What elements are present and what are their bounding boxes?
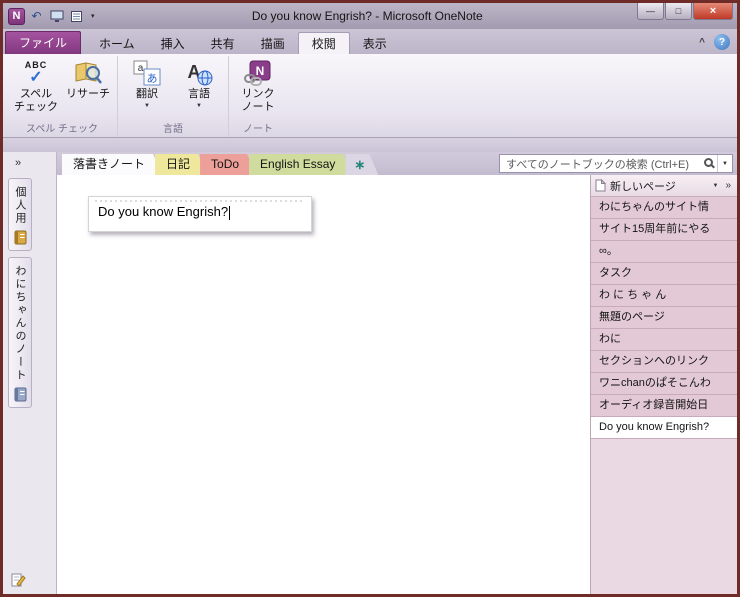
section-tab-todo[interactable]: ToDo <box>200 154 256 175</box>
notebook-label: 個人用 <box>14 186 26 225</box>
linked-notes-label: リンク <box>241 88 275 100</box>
search-icon[interactable] <box>704 158 714 167</box>
page-tabs-panel: 新しいページ ▼ » わにちゃんのサイト情 サイト15周年前にやる ∞。 タスク… <box>590 175 737 594</box>
tab-view[interactable]: 表示 <box>350 34 400 54</box>
research-label: リサーチ <box>66 88 110 100</box>
notebook-icon <box>13 230 28 245</box>
tab-file[interactable]: ファイル <box>5 31 82 54</box>
spell-check-label: スペル <box>19 88 53 100</box>
quick-access-toolbar: N ↶ ▾ <box>3 7 98 25</box>
section-tab-rakugaki[interactable]: 落書きノート <box>62 154 162 175</box>
onenote-window: N ↶ ▾ Do you know Engrish? - Microsoft O… <box>0 0 740 597</box>
page-canvas[interactable]: Do you know Engrish? <box>57 175 590 594</box>
close-button[interactable]: × <box>693 3 733 20</box>
new-page-dropdown-icon[interactable]: ▼ <box>708 183 722 189</box>
language-button[interactable]: A 言語 ▼ <box>173 56 225 109</box>
note-container[interactable]: Do you know Engrish? <box>88 196 312 232</box>
search-input[interactable]: すべてのノートブックの検索 (Ctrl+E) ▼ <box>499 154 733 173</box>
page-tab[interactable]: わに <box>591 329 737 351</box>
search-placeholder: すべてのノートブックの検索 (Ctrl+E) <box>506 158 690 171</box>
undo-icon[interactable]: ↶ <box>28 8 45 25</box>
spell-check-button[interactable]: ABC ✓ スペル チェック <box>10 56 62 114</box>
spell-check-icon: ABC ✓ <box>24 60 48 86</box>
qat-dropdown-icon[interactable]: ▾ <box>88 12 98 20</box>
svg-text:あ: あ <box>147 72 158 85</box>
collapse-page-tabs-icon[interactable]: » <box>722 180 734 191</box>
ribbon-group-language: a あ 翻訳 ▼ A 言語 ▼ 言語 <box>117 56 228 137</box>
titlebar: N ↶ ▾ Do you know Engrish? - Microsoft O… <box>3 3 737 29</box>
text-caret <box>229 205 231 220</box>
ribbon-tab-bar: ファイル ホーム 挿入 共有 描画 校閲 表示 ^ ? <box>3 29 737 54</box>
new-section-icon[interactable]: ∗ <box>345 154 378 175</box>
onenote-app-icon[interactable]: N <box>8 7 25 25</box>
page-tab[interactable]: タスク <box>591 263 737 285</box>
section-tab-diary[interactable]: 日記 <box>155 154 207 175</box>
search-scope-dropdown-icon[interactable]: ▼ <box>717 155 732 172</box>
page-tab[interactable]: セクションへのリンク <box>591 351 737 373</box>
translate-icon: a あ <box>132 58 162 88</box>
page-tab[interactable]: ∞。 <box>591 241 737 263</box>
notebook-icon <box>13 387 28 402</box>
notebook-tab-wanichan[interactable]: わにちゃんのノート <box>8 257 32 408</box>
translate-dropdown-icon[interactable]: ▼ <box>144 103 150 109</box>
window-title: Do you know Engrish? - Microsoft OneNote <box>251 9 483 23</box>
ribbon-gap <box>3 138 737 152</box>
expand-navbar-icon[interactable]: » <box>8 154 28 172</box>
minimize-ribbon-icon[interactable]: ^ <box>692 37 712 48</box>
tab-share[interactable]: 共有 <box>198 34 248 54</box>
group-label-language: 言語 <box>163 124 183 135</box>
page-tabs-header: 新しいページ ▼ » <box>591 175 737 197</box>
window-controls: — □ × <box>637 3 737 20</box>
dock-to-desktop-icon[interactable] <box>48 8 65 25</box>
page-tab[interactable]: 無題のページ <box>591 307 737 329</box>
translate-button[interactable]: a あ 翻訳 ▼ <box>121 56 173 109</box>
tab-home[interactable]: ホーム <box>86 34 148 54</box>
new-page-icon[interactable] <box>595 178 607 192</box>
linked-notes-button[interactable]: N リンク ノート <box>232 56 284 114</box>
tab-review[interactable]: 校閲 <box>297 32 350 54</box>
translate-label: 翻訳 <box>136 88 158 100</box>
research-button[interactable]: リサーチ <box>62 56 114 101</box>
page-tab[interactable]: サイト15周年前にやる <box>591 219 737 241</box>
minimize-button[interactable]: — <box>637 3 664 20</box>
ribbon-review-panel: ABC ✓ スペル チェック リサーチ スペル チェック a あ 翻訳 ▼ A … <box>3 54 737 138</box>
ribbon-group-spelling: ABC ✓ スペル チェック リサーチ スペル チェック <box>7 56 117 137</box>
page-tabs-empty-area <box>591 439 737 594</box>
language-dropdown-icon[interactable]: ▼ <box>196 103 202 109</box>
svg-text:N: N <box>256 64 265 78</box>
spell-check-label2: チェック <box>14 101 58 113</box>
tab-insert[interactable]: 挿入 <box>148 34 198 54</box>
full-page-view-icon[interactable] <box>68 8 85 25</box>
group-label-notes: ノート <box>243 124 273 135</box>
notebook-label: わにちゃんのノート <box>14 265 26 382</box>
page-tab[interactable]: わにちゃんのサイト情 <box>591 197 737 219</box>
research-icon <box>73 58 103 88</box>
group-label-spelling: スペル チェック <box>25 124 99 135</box>
ribbon-group-notes: N リンク ノート ノート <box>228 56 287 137</box>
page-tab[interactable]: オーディオ録音開始日 <box>591 395 737 417</box>
note-text[interactable]: Do you know Engrish? <box>98 204 228 219</box>
page-tab[interactable]: ワニchanのぱそこんわ <box>591 373 737 395</box>
help-icon[interactable]: ? <box>714 34 730 50</box>
page-tab[interactable]: わ に ち ゃ ん <box>591 285 737 307</box>
maximize-button[interactable]: □ <box>665 3 692 20</box>
tab-draw[interactable]: 描画 <box>248 34 298 54</box>
linked-notes-icon: N <box>243 58 273 88</box>
notebook-tab-personal[interactable]: 個人用 <box>8 178 32 251</box>
language-label: 言語 <box>188 88 210 100</box>
language-icon: A <box>184 58 214 88</box>
new-page-button[interactable]: 新しいページ <box>610 178 676 194</box>
svg-text:a: a <box>138 63 144 74</box>
linked-notes-label2: ノート <box>241 101 275 113</box>
section-tab-english-essay[interactable]: English Essay <box>249 154 352 175</box>
notebook-navigation-bar: » 個人用 わにちゃんのノート <box>3 152 57 594</box>
unfiled-notes-icon[interactable] <box>10 572 56 588</box>
page-tab-selected[interactable]: Do you know Engrish? <box>591 417 737 439</box>
section-tab-bar: 落書きノート 日記 ToDo English Essay ∗ すべてのノートブッ… <box>57 152 737 175</box>
